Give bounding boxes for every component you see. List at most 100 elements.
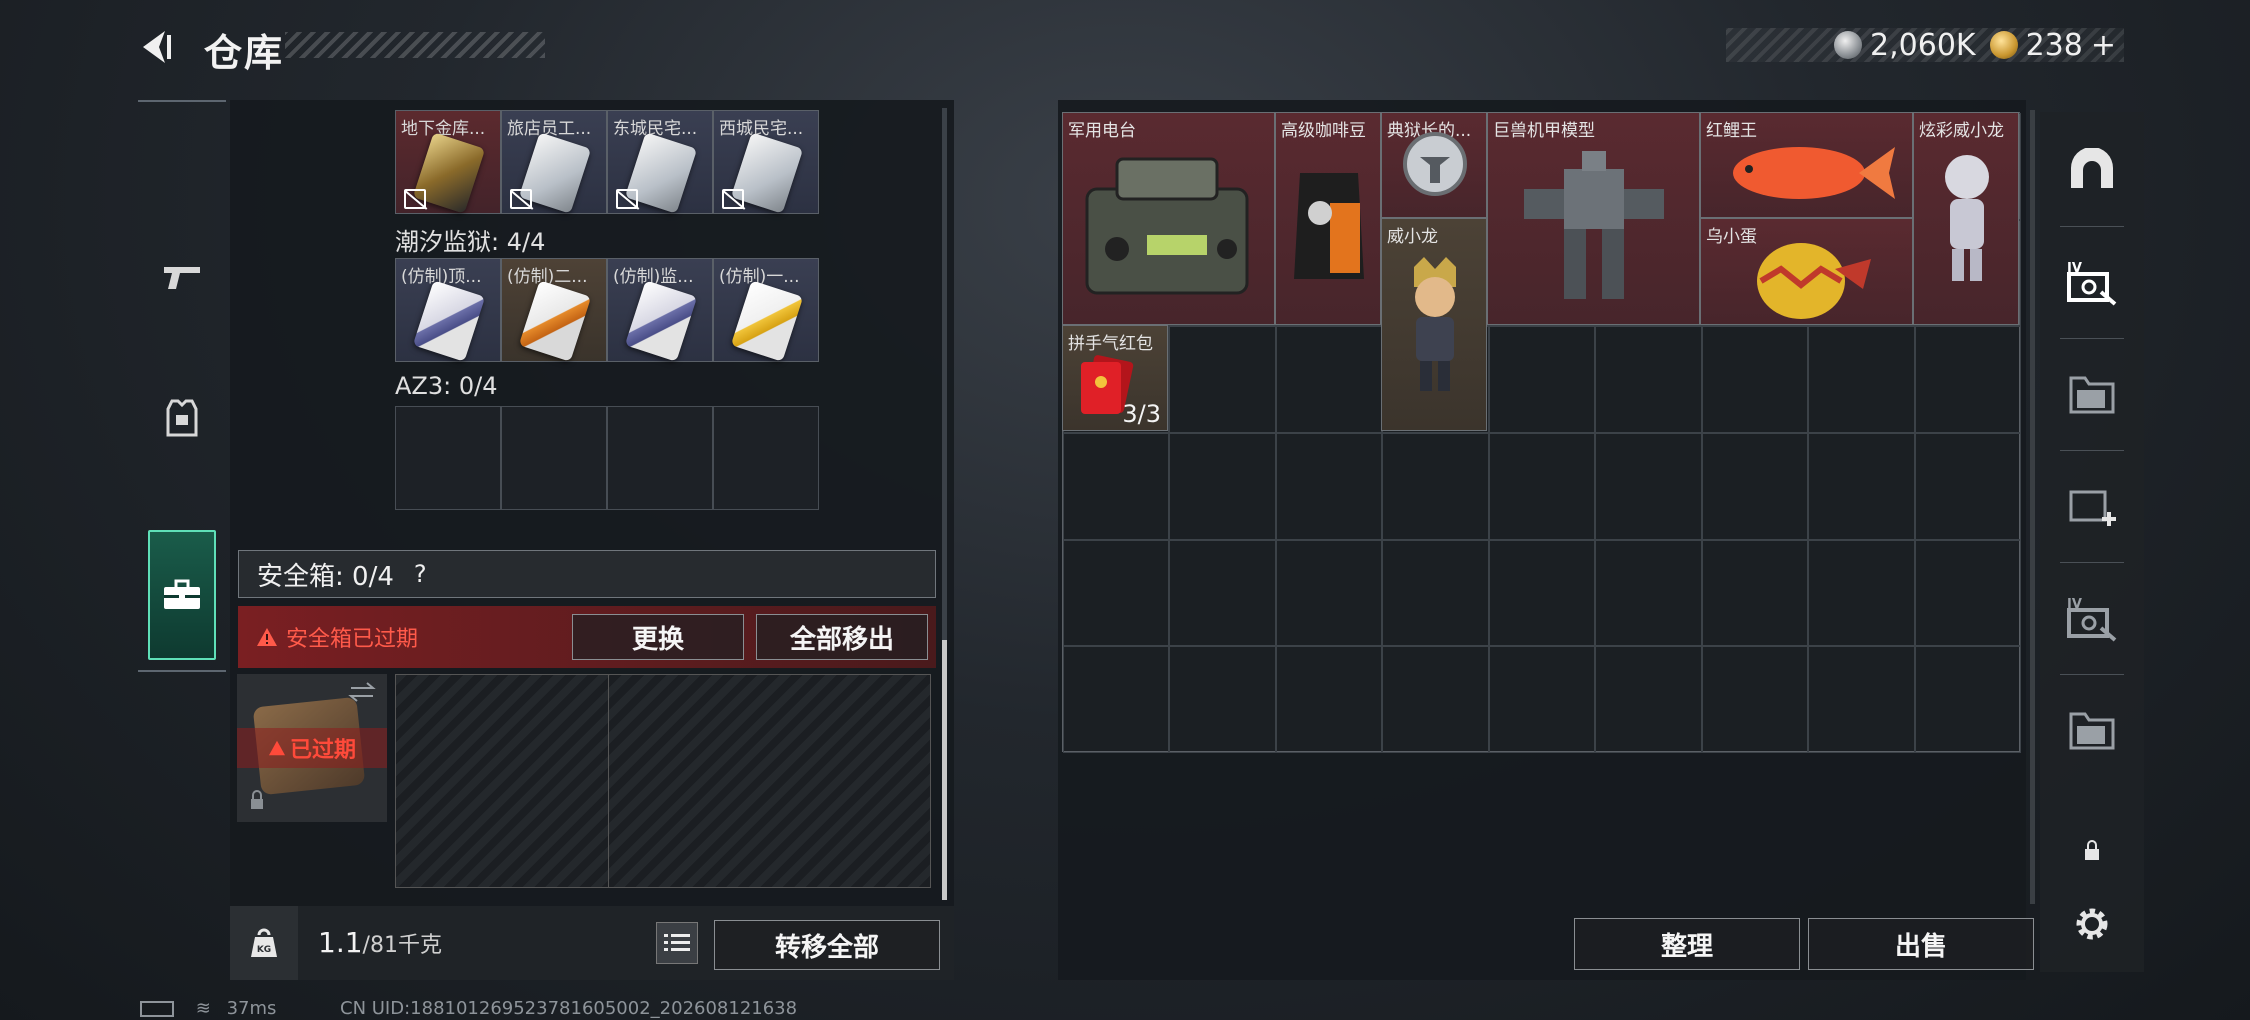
grid-cell[interactable] [1595, 326, 1702, 433]
add-gold-button[interactable]: + [2091, 28, 2116, 63]
figure-image [1945, 155, 1989, 281]
grid-cell[interactable] [1063, 539, 1170, 647]
safebox-grid[interactable] [395, 674, 931, 888]
grid-cell[interactable] [1914, 539, 2021, 647]
item-warden-badge[interactable]: 典狱长的... [1381, 112, 1487, 218]
grid-cell[interactable] [1382, 539, 1489, 647]
grid-cell[interactable] [1275, 646, 1383, 753]
item-slot[interactable]: 西城民宅... [713, 110, 819, 214]
move-all-out-button[interactable]: 全部移出 [756, 614, 928, 660]
back-button[interactable] [132, 22, 182, 72]
item-slot[interactable]: 旅店员工... [501, 110, 607, 214]
side-tab-warehouse-4[interactable]: IV [2046, 236, 2138, 328]
coffee-bag-image [1294, 173, 1364, 279]
safebox-label: 安全箱: 0/4 [257, 561, 394, 592]
grid-cell[interactable] [1275, 433, 1383, 540]
item-slot[interactable]: (仿制)顶... [395, 258, 501, 362]
gold-currency[interactable]: 238 + [1989, 27, 2116, 63]
grid-cell[interactable] [1914, 646, 2021, 753]
ping-readout: 37ms [226, 998, 277, 1019]
tab-safebox[interactable] [148, 530, 216, 660]
swap-icon[interactable] [347, 680, 377, 704]
empty-slot[interactable] [395, 406, 501, 510]
safebox-header: 安全箱: 0/4 ? [238, 550, 936, 598]
grid-cell[interactable] [1808, 646, 1915, 753]
grid-cell[interactable] [1169, 539, 1276, 647]
grid-cell[interactable] [1275, 326, 1383, 433]
item-red-carp-king[interactable]: 红鲤王 [1700, 112, 1913, 218]
grid-cell[interactable] [1701, 646, 1809, 753]
gold-amount: 238 [2025, 27, 2083, 63]
grid-cell[interactable] [1701, 326, 1809, 433]
item-slot[interactable]: 地下金库... [395, 110, 501, 214]
transfer-all-button[interactable]: 转移全部 [714, 920, 940, 970]
item-slot[interactable]: (仿制)一... [713, 258, 819, 362]
silver-currency: 2,060K [1834, 28, 1976, 63]
grid-cell[interactable] [1808, 433, 1915, 540]
sell-button[interactable]: 出售 [1808, 918, 2034, 970]
empty-slot[interactable] [501, 406, 607, 510]
side-tab-warehouse-4b[interactable]: IV [2046, 572, 2138, 664]
item-military-radio[interactable]: 军用电台 [1062, 112, 1275, 325]
tab-gear[interactable] [138, 350, 226, 486]
item-slot[interactable]: (仿制)监... [607, 258, 713, 362]
battery-icon [140, 1001, 174, 1017]
help-button[interactable]: ? [414, 560, 427, 588]
grid-cell[interactable] [1275, 539, 1383, 647]
side-tab-storage-a[interactable] [2046, 348, 2138, 440]
item-slot[interactable]: (仿制)二... [501, 258, 607, 362]
grid-cell[interactable] [1914, 433, 2021, 540]
grid-cell[interactable] [1169, 646, 1276, 753]
item-colorful-weixiaolong[interactable]: 炫彩威小龙 [1913, 112, 2019, 325]
replace-button[interactable]: 更换 [572, 614, 744, 660]
grid-cell[interactable] [1808, 326, 1915, 433]
empty-slot[interactable] [713, 406, 819, 510]
sort-button[interactable]: 整理 [1574, 918, 1800, 970]
briefcase-icon [164, 579, 200, 609]
grid-cell[interactable] [1063, 646, 1170, 753]
item-mech-model[interactable]: 巨兽机甲模型 [1487, 112, 1700, 325]
grid-cell[interactable] [1488, 539, 1596, 647]
item-weixiaolong[interactable]: 威小龙 [1381, 218, 1487, 431]
weight-current: 1.1 [318, 926, 363, 959]
item-wuxiaodan[interactable]: 乌小蛋 [1700, 218, 1913, 325]
side-tab-storage-b[interactable] [2046, 684, 2138, 776]
settings-button[interactable] [2046, 878, 2138, 970]
grid-cell[interactable] [1063, 433, 1170, 540]
item-lucky-red-envelope[interactable]: 拼手气红包 3/3 [1062, 325, 1168, 431]
title-decoration [285, 32, 545, 58]
grid-cell[interactable] [1701, 539, 1809, 647]
grid-cell[interactable] [1595, 433, 1702, 540]
item-slot[interactable]: 东城民宅... [607, 110, 713, 214]
side-tab-home[interactable] [2046, 124, 2138, 216]
side-tab-add-storage[interactable] [2046, 460, 2138, 552]
grid-cell[interactable] [1488, 326, 1596, 433]
item-coffee-beans[interactable]: 高级咖啡豆 [1275, 112, 1381, 325]
right-scrollbar-track[interactable] [2030, 110, 2035, 904]
folder-icon [2069, 376, 2115, 414]
grid-cell[interactable] [1808, 539, 1915, 647]
warning-icon [268, 740, 285, 756]
tab-weapons[interactable] [138, 210, 226, 346]
grid-cell[interactable] [1595, 646, 1702, 753]
grid-cell[interactable] [1914, 326, 2021, 433]
grid-cell[interactable] [1382, 646, 1489, 753]
badge-image [1403, 132, 1467, 196]
grid-cell[interactable] [1169, 326, 1276, 433]
grid-cell[interactable] [1169, 433, 1276, 540]
arch-icon [2071, 148, 2113, 188]
no-trade-icon [404, 189, 426, 209]
gold-coin-icon [1989, 31, 2018, 59]
grid-cell[interactable] [1488, 433, 1596, 540]
carp-image [1733, 147, 1895, 199]
grid-cell[interactable] [1701, 433, 1809, 540]
grid-cell[interactable] [1595, 539, 1702, 647]
grid-cell[interactable] [1382, 433, 1489, 540]
section-label-az3: AZ3: 0/4 [395, 372, 498, 400]
grid-cell[interactable] [1488, 646, 1596, 753]
empty-slot[interactable] [607, 406, 713, 510]
silver-amount: 2,060K [1870, 27, 1976, 63]
list-view-button[interactable] [656, 922, 698, 964]
safebox-slot[interactable]: 已过期 [237, 674, 387, 822]
left-scrollbar-thumb[interactable] [942, 640, 947, 900]
